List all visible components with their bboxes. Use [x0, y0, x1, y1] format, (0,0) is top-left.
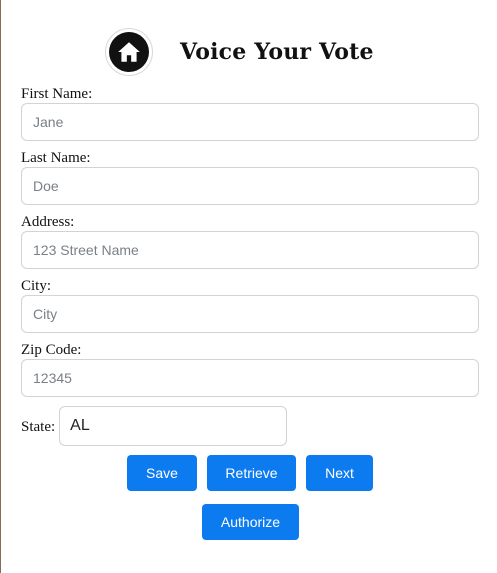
city-label: City:: [21, 278, 52, 294]
address-input[interactable]: [21, 231, 479, 269]
state-group: State: AL: [21, 406, 288, 446]
first-name-group: First Name:: [21, 86, 479, 141]
zip-code-group: Zip Code:: [21, 342, 479, 397]
save-button[interactable]: Save: [127, 455, 197, 491]
zip-code-input[interactable]: [21, 359, 479, 397]
retrieve-button[interactable]: Retrieve: [207, 455, 296, 491]
next-button[interactable]: Next: [306, 455, 373, 491]
home-icon: [109, 32, 149, 72]
first-name-input[interactable]: [21, 103, 479, 141]
page-title: Voice Your Vote: [180, 39, 374, 65]
state-label: State:: [21, 418, 56, 435]
state-selected-value: AL: [70, 417, 90, 434]
address-group: Address:: [21, 214, 479, 269]
last-name-input[interactable]: [21, 167, 479, 205]
page: Voice Your Vote First Name: Last Name: A…: [0, 0, 497, 573]
city-group: City:: [21, 278, 479, 333]
last-name-label: Last Name:: [21, 150, 91, 166]
zip-code-label: Zip Code:: [21, 342, 82, 358]
authorize-button[interactable]: Authorize: [202, 504, 299, 540]
city-input[interactable]: [21, 295, 479, 333]
logo: [105, 28, 153, 76]
header: Voice Your Vote: [105, 26, 374, 78]
first-name-label: First Name:: [21, 86, 93, 102]
address-label: Address:: [21, 214, 75, 230]
last-name-group: Last Name:: [21, 150, 479, 205]
state-select[interactable]: AL: [59, 406, 288, 446]
